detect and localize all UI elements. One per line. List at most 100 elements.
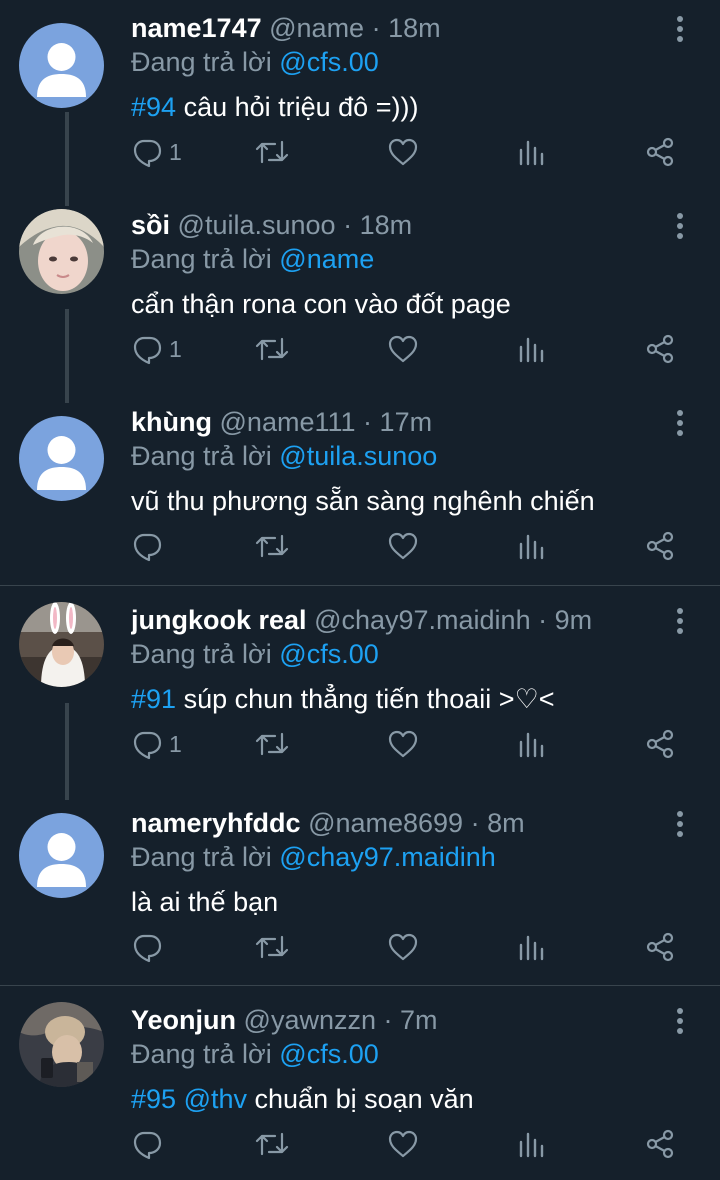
share-button[interactable] (644, 526, 676, 566)
display-name[interactable]: nameryhfddc (131, 808, 301, 838)
share-button[interactable] (644, 1124, 676, 1164)
replying-to-label: Đang trả lời (131, 1039, 272, 1069)
separator-dot: · (538, 605, 548, 635)
avatar[interactable] (19, 602, 104, 687)
share-button[interactable] (644, 329, 676, 369)
replying-to-handle[interactable]: @cfs.00 (279, 639, 378, 669)
replying-to-label: Đang trả lời (131, 244, 272, 274)
more-vertical-icon[interactable] (670, 14, 690, 44)
user-handle[interactable]: @chay97.maidinh (314, 605, 531, 635)
replying-to-handle[interactable]: @chay97.maidinh (279, 842, 496, 872)
reply-tweet[interactable]: sồi @tuila.sunoo · 18m Đang trả lời @nam… (0, 197, 720, 394)
analytics-button[interactable] (518, 927, 546, 967)
avatar[interactable] (19, 1002, 104, 1087)
user-handle[interactable]: @yawnzzn (244, 1005, 376, 1035)
action-bar (131, 1124, 691, 1164)
share-icon (646, 137, 674, 167)
retweet-button[interactable] (255, 329, 289, 369)
more-vertical-icon[interactable] (670, 1006, 690, 1036)
separator-dot: · (343, 210, 353, 240)
avatar[interactable] (19, 209, 104, 294)
reply-button[interactable]: 1 (131, 724, 182, 764)
timestamp[interactable]: 18m (388, 13, 441, 43)
hashtag[interactable]: #95 (131, 1084, 176, 1114)
timestamp[interactable]: 7m (400, 1005, 438, 1035)
share-button[interactable] (644, 132, 676, 172)
reply-icon (133, 934, 162, 963)
retweet-button[interactable] (255, 1124, 289, 1164)
like-button[interactable] (387, 329, 419, 369)
reply-count: 1 (169, 730, 182, 757)
user-handle[interactable]: @name111 (220, 407, 356, 437)
reply-icon (133, 336, 162, 365)
display-name[interactable]: Yeonjun (131, 1005, 236, 1035)
analytics-button[interactable] (518, 526, 546, 566)
analytics-icon (519, 1132, 544, 1158)
share-button[interactable] (644, 724, 676, 764)
share-button[interactable] (644, 927, 676, 967)
retweet-button[interactable] (255, 724, 289, 764)
mention[interactable]: @thv (184, 1084, 247, 1114)
avatar[interactable] (19, 813, 104, 898)
reply-button[interactable] (131, 526, 169, 566)
avatar[interactable] (19, 416, 104, 501)
like-button[interactable] (387, 1124, 419, 1164)
user-handle[interactable]: @name (269, 13, 364, 43)
retweet-button[interactable] (255, 132, 289, 172)
timestamp[interactable]: 17m (380, 407, 433, 437)
analytics-button[interactable] (518, 724, 546, 764)
replying-to-handle[interactable]: @name (279, 244, 374, 274)
more-vertical-icon[interactable] (670, 606, 690, 636)
tweet-text: #94 câu hỏi triệu đô =))) (131, 90, 418, 124)
reply-button[interactable] (131, 927, 169, 967)
hashtag[interactable]: #94 (131, 92, 176, 122)
reply-tweet[interactable]: nameryhfddc @name8699 · 8m Đang trả lời … (0, 795, 720, 992)
like-button[interactable] (387, 927, 419, 967)
analytics-icon (519, 140, 544, 166)
share-icon (646, 531, 674, 561)
display-name[interactable]: name1747 (131, 13, 262, 43)
reply-button[interactable]: 1 (131, 132, 182, 172)
reply-tweet[interactable]: Yeonjun @yawnzzn · 7m Đang trả lời @cfs.… (0, 992, 720, 1180)
replying-to-handle[interactable]: @tuila.sunoo (279, 441, 437, 471)
retweet-icon (255, 140, 289, 164)
avatar[interactable] (19, 23, 104, 108)
like-button[interactable] (387, 724, 419, 764)
share-icon (646, 932, 674, 962)
retweet-button[interactable] (255, 526, 289, 566)
reply-tweet[interactable]: jungkook real @chay97.maidinh · 9m Đang … (0, 592, 720, 789)
display-name[interactable]: jungkook real (131, 605, 307, 635)
reply-button[interactable]: 1 (131, 329, 182, 369)
more-vertical-icon[interactable] (670, 408, 690, 438)
reply-tweet[interactable]: name1747 @name · 18m Đang trả lời @cfs.0… (0, 0, 720, 197)
retweet-button[interactable] (255, 927, 289, 967)
retweet-icon (255, 337, 289, 361)
share-icon (646, 729, 674, 759)
more-vertical-icon[interactable] (670, 809, 690, 839)
replying-to: Đang trả lời @chay97.maidinh (131, 840, 496, 874)
analytics-button[interactable] (518, 1124, 546, 1164)
retweet-icon (255, 732, 289, 756)
display-name[interactable]: khùng (131, 407, 212, 437)
reply-button[interactable] (131, 1124, 169, 1164)
like-button[interactable] (387, 132, 419, 172)
like-button[interactable] (387, 526, 419, 566)
tweet-body: súp chun thẳng tiến thoaii >♡< (176, 684, 555, 714)
timestamp[interactable]: 8m (487, 808, 525, 838)
user-handle[interactable]: @tuila.sunoo (178, 210, 336, 240)
replies-feed: name1747 @name · 18m Đang trả lời @cfs.0… (0, 0, 720, 1180)
display-name[interactable]: sồi (131, 210, 170, 240)
replying-to-handle[interactable]: @cfs.00 (279, 1039, 378, 1069)
tweet-header: nameryhfddc @name8699 · 8m (131, 806, 660, 840)
more-vertical-icon[interactable] (670, 211, 690, 241)
timestamp[interactable]: 18m (360, 210, 413, 240)
reply-tweet[interactable]: khùng @name111 · 17m Đang trả lời @tuila… (0, 394, 720, 591)
analytics-button[interactable] (518, 132, 546, 172)
default-avatar-icon (37, 833, 86, 887)
timestamp[interactable]: 9m (555, 605, 593, 635)
replying-to-handle[interactable]: @cfs.00 (279, 47, 378, 77)
hashtag[interactable]: #91 (131, 684, 176, 714)
tweet-header: sồi @tuila.sunoo · 18m (131, 208, 660, 242)
analytics-button[interactable] (518, 329, 546, 369)
user-handle[interactable]: @name8699 (308, 808, 463, 838)
